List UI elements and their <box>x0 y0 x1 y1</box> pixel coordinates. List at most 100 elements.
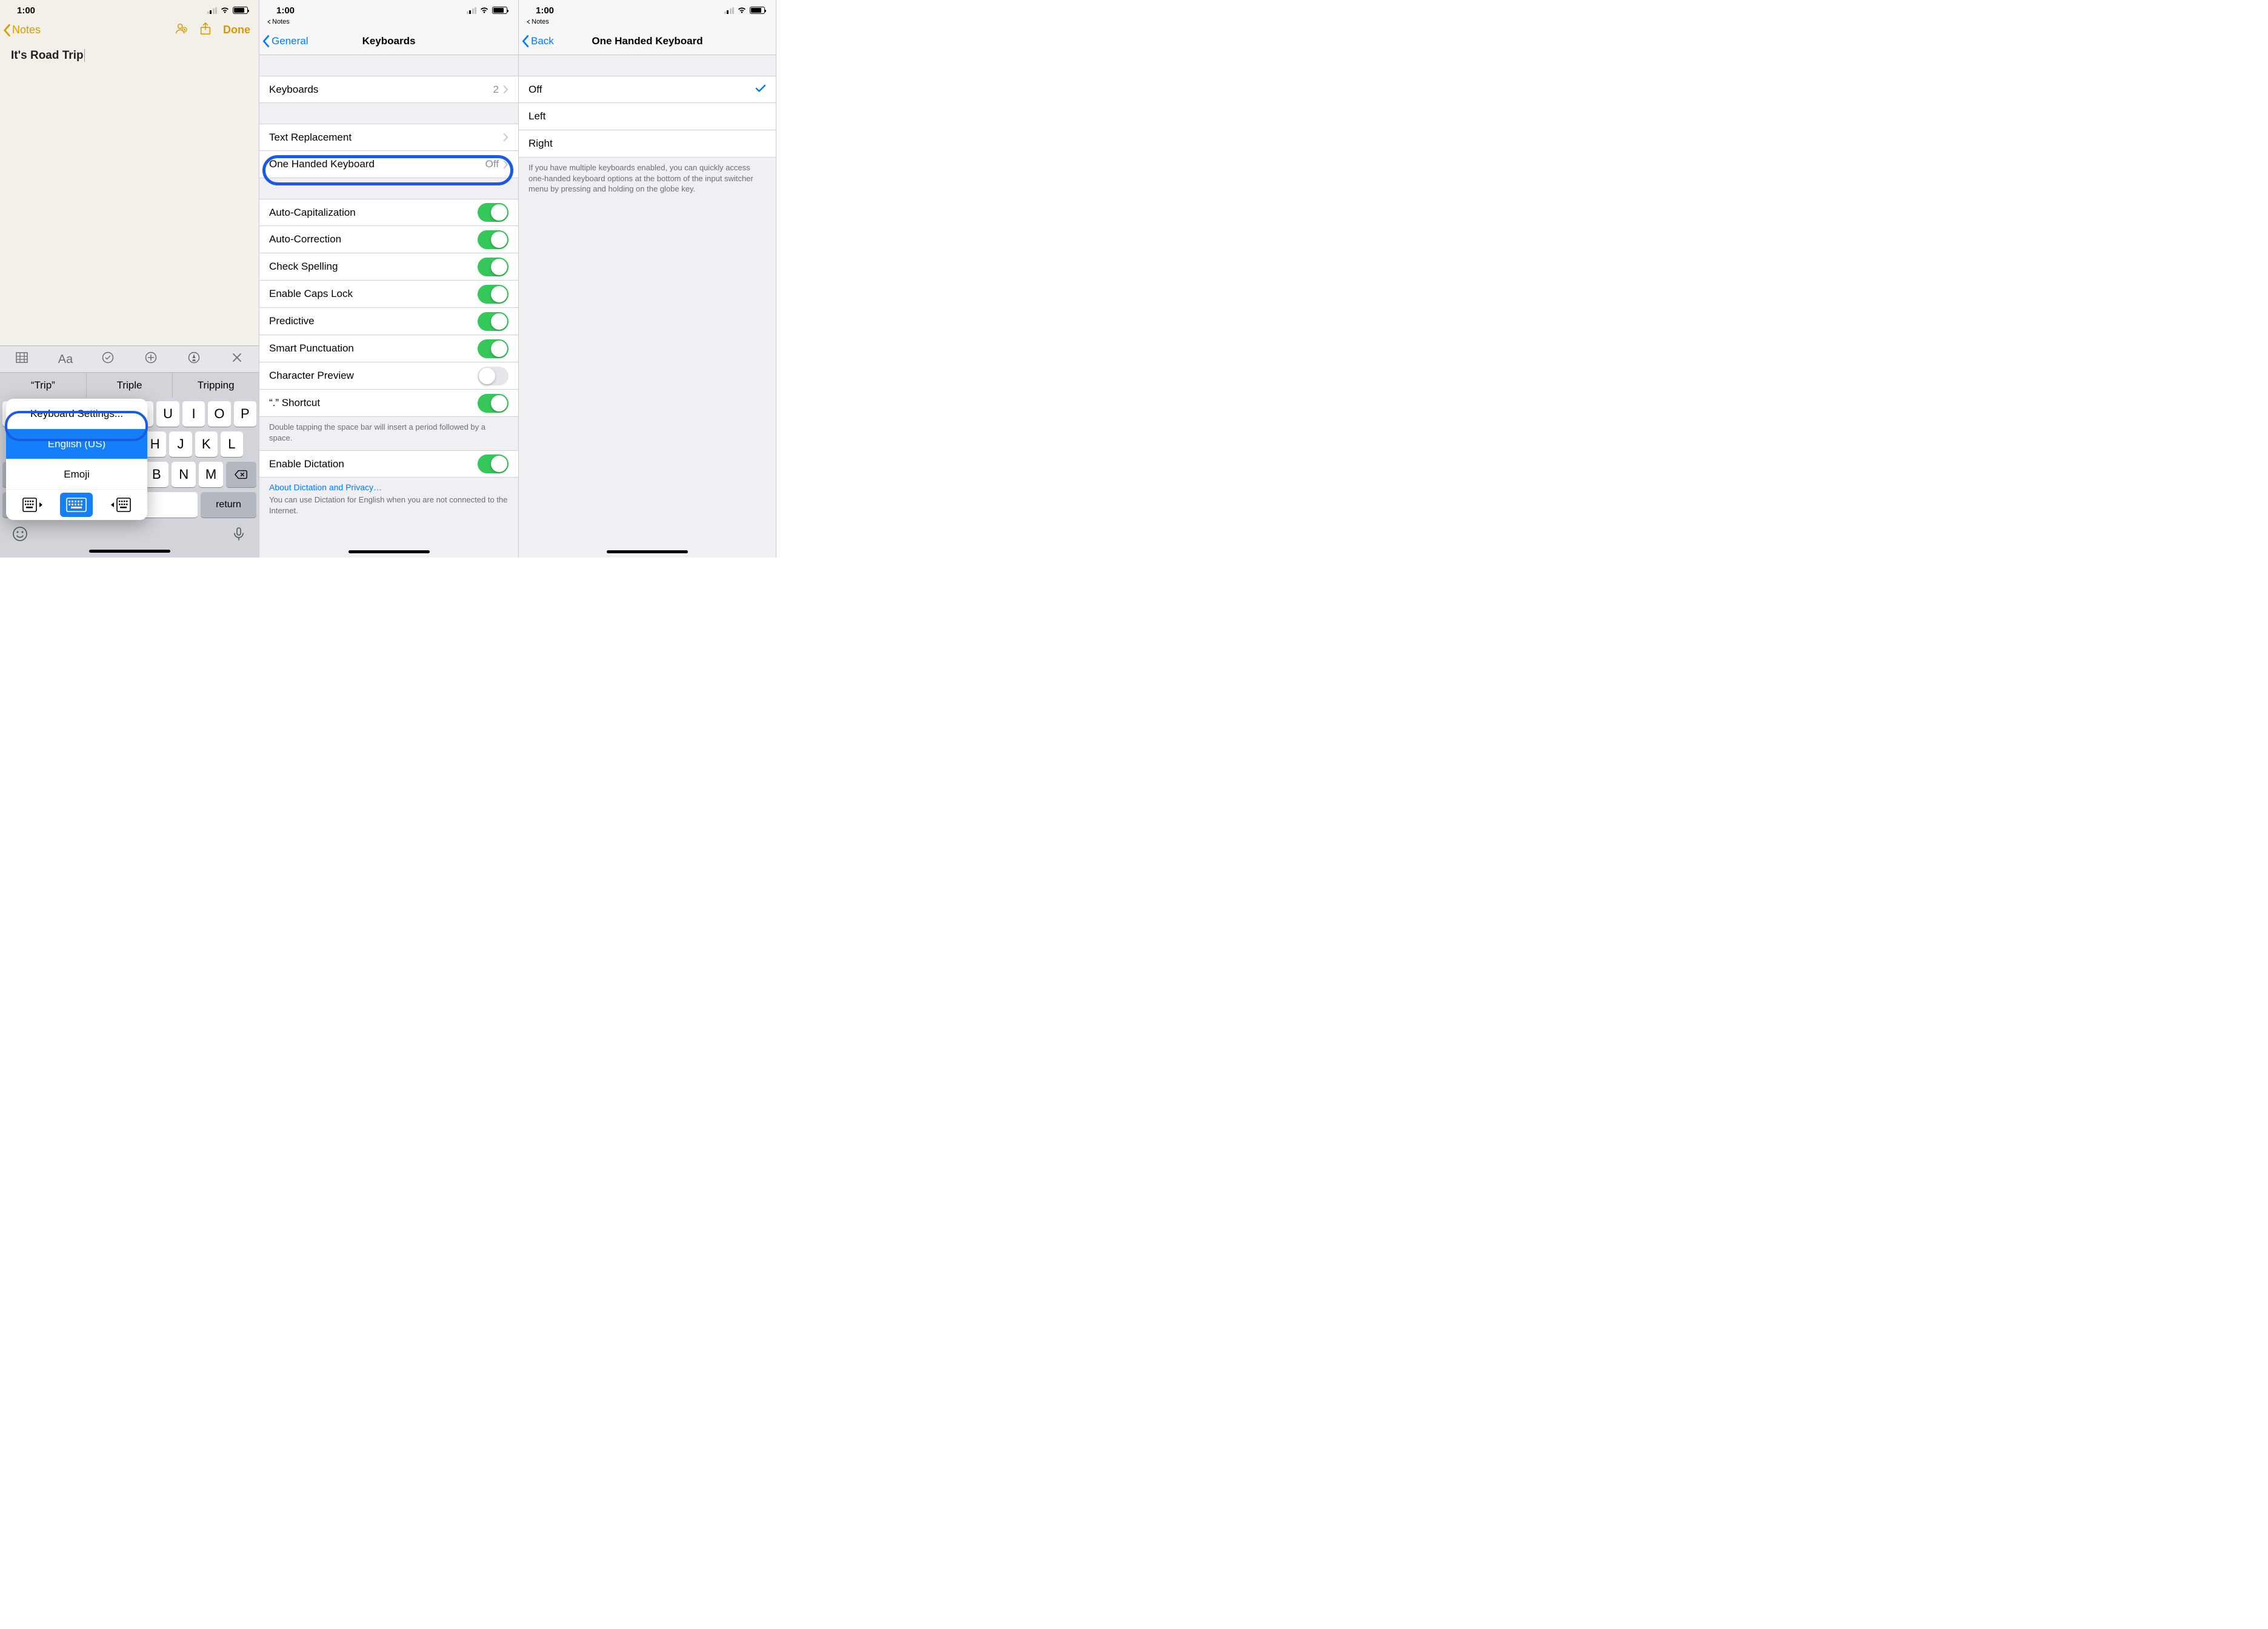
key-u[interactable]: U <box>156 401 179 427</box>
toggle-auto-corr[interactable] <box>478 230 509 249</box>
toggle-auto-cap[interactable] <box>478 203 509 222</box>
suggestion-1[interactable]: “Trip” <box>0 373 87 398</box>
key-j[interactable]: J <box>169 431 192 457</box>
nav-title: Keyboards <box>362 35 416 47</box>
breadcrumb-notes[interactable]: Notes <box>519 18 776 27</box>
key-k[interactable]: K <box>195 431 218 457</box>
popover-emoji[interactable]: Emoji <box>6 459 147 490</box>
suggestion-2[interactable]: Triple <box>87 373 173 398</box>
status-time: 1:00 <box>17 5 35 16</box>
emoji-icon[interactable] <box>12 526 28 545</box>
row-label: Right <box>529 138 553 150</box>
row-label: Auto-Capitalization <box>269 207 356 219</box>
nav-back-general[interactable]: General <box>262 27 308 55</box>
nav-back-button[interactable]: Back <box>521 27 554 55</box>
status-icons <box>724 7 765 14</box>
cellular-icon <box>724 7 735 14</box>
cellular-icon <box>207 7 218 14</box>
popover-english[interactable]: English (US) <box>6 429 147 459</box>
keyboard-mode-right[interactable] <box>104 493 137 517</box>
row-label: Check Spelling <box>269 261 338 273</box>
return-key[interactable]: return <box>201 492 256 518</box>
home-indicator[interactable] <box>607 550 688 553</box>
key-b[interactable]: B <box>144 462 168 487</box>
nav-back-label: Back <box>531 35 554 47</box>
dictation-icon[interactable] <box>231 526 247 545</box>
keyboard-mode-full[interactable] <box>60 493 93 517</box>
toggle-caps-lock[interactable] <box>478 285 509 304</box>
row-label: Left <box>529 110 545 122</box>
keyboard-mode-left[interactable] <box>16 493 49 517</box>
battery-icon <box>492 7 507 14</box>
formatting-toolbar: Aa <box>0 345 259 372</box>
status-bar: 1:00 <box>519 0 776 18</box>
toggle-smart-punc[interactable] <box>478 339 509 358</box>
text-cursor <box>84 49 85 62</box>
shortcut-footer: Double tapping the space bar will insert… <box>259 417 518 450</box>
row-one-handed-keyboard[interactable]: One Handed Keyboard Off <box>259 151 518 178</box>
breadcrumb-notes[interactable]: Notes <box>259 18 518 27</box>
table-icon[interactable] <box>15 351 28 367</box>
row-label: One Handed Keyboard <box>269 158 375 170</box>
add-person-icon[interactable] <box>175 22 188 38</box>
notes-toolbar: Notes Done <box>0 18 259 44</box>
share-icon[interactable] <box>199 22 212 38</box>
popover-keyboard-settings[interactable]: Keyboard Settings... <box>6 399 147 429</box>
row-smart-punctuation[interactable]: Smart Punctuation <box>259 335 518 362</box>
row-label: Auto-Correction <box>269 233 341 245</box>
row-option-left[interactable]: Left <box>519 103 776 130</box>
note-body[interactable]: It's Road Trip <box>0 44 259 345</box>
key-m[interactable]: M <box>199 462 223 487</box>
row-enable-dictation[interactable]: Enable Dictation <box>259 450 518 478</box>
row-check-spelling[interactable]: Check Spelling <box>259 253 518 281</box>
row-keyboards[interactable]: Keyboards 2 <box>259 76 518 103</box>
add-icon[interactable] <box>144 351 158 367</box>
row-option-right[interactable]: Right <box>519 130 776 158</box>
row-label: Smart Punctuation <box>269 342 354 355</box>
one-handed-footer: If you have multiple keyboards enabled, … <box>519 158 776 202</box>
markup-icon[interactable] <box>187 351 201 367</box>
toggle-check-spell[interactable] <box>478 258 509 276</box>
row-auto-correction[interactable]: Auto-Correction <box>259 226 518 253</box>
toggle-predictive[interactable] <box>478 312 509 331</box>
row-text-replacement[interactable]: Text Replacement <box>259 124 518 151</box>
dictation-privacy-link[interactable]: About Dictation and Privacy… <box>259 478 518 495</box>
row-label: Text Replacement <box>269 132 352 144</box>
row-predictive[interactable]: Predictive <box>259 308 518 335</box>
notes-back-label: Notes <box>12 24 41 36</box>
row-period-shortcut[interactable]: “.” Shortcut <box>259 390 518 417</box>
row-character-preview[interactable]: Character Preview <box>259 362 518 390</box>
row-enable-caps-lock[interactable]: Enable Caps Lock <box>259 281 518 308</box>
row-detail: 2 <box>493 84 499 96</box>
note-title: It's Road Trip <box>11 49 85 62</box>
notes-back-button[interactable]: Notes <box>2 24 41 37</box>
checklist-icon[interactable] <box>101 351 115 367</box>
home-indicator[interactable] <box>89 550 170 553</box>
key-n[interactable]: N <box>172 462 196 487</box>
key-i[interactable]: I <box>182 401 205 427</box>
row-auto-capitalization[interactable]: Auto-Capitalization <box>259 199 518 226</box>
wifi-icon <box>220 7 230 14</box>
toggle-shortcut[interactable] <box>478 394 509 413</box>
toggle-char-preview[interactable] <box>478 367 509 385</box>
checkmark-icon <box>755 84 766 96</box>
suggestion-bar: “Trip” Triple Tripping <box>0 372 259 398</box>
nav-title: One Handed Keyboard <box>592 35 702 47</box>
status-time: 1:00 <box>276 5 295 16</box>
key-p[interactable]: P <box>234 401 256 427</box>
row-label: “.” Shortcut <box>269 397 320 409</box>
row-label: Enable Caps Lock <box>269 288 353 300</box>
text-style-icon[interactable]: Aa <box>58 353 72 366</box>
done-button[interactable]: Done <box>223 24 250 36</box>
backspace-key[interactable] <box>226 462 256 487</box>
status-time: 1:00 <box>536 5 554 16</box>
chevron-right-icon <box>504 85 509 93</box>
suggestion-3[interactable]: Tripping <box>173 373 259 398</box>
row-option-off[interactable]: Off <box>519 76 776 103</box>
status-bar: 1:00 <box>0 0 259 18</box>
close-icon[interactable] <box>230 351 244 367</box>
home-indicator[interactable] <box>349 550 430 553</box>
key-l[interactable]: L <box>221 431 243 457</box>
toggle-dictation[interactable] <box>478 455 509 473</box>
key-o[interactable]: O <box>208 401 230 427</box>
